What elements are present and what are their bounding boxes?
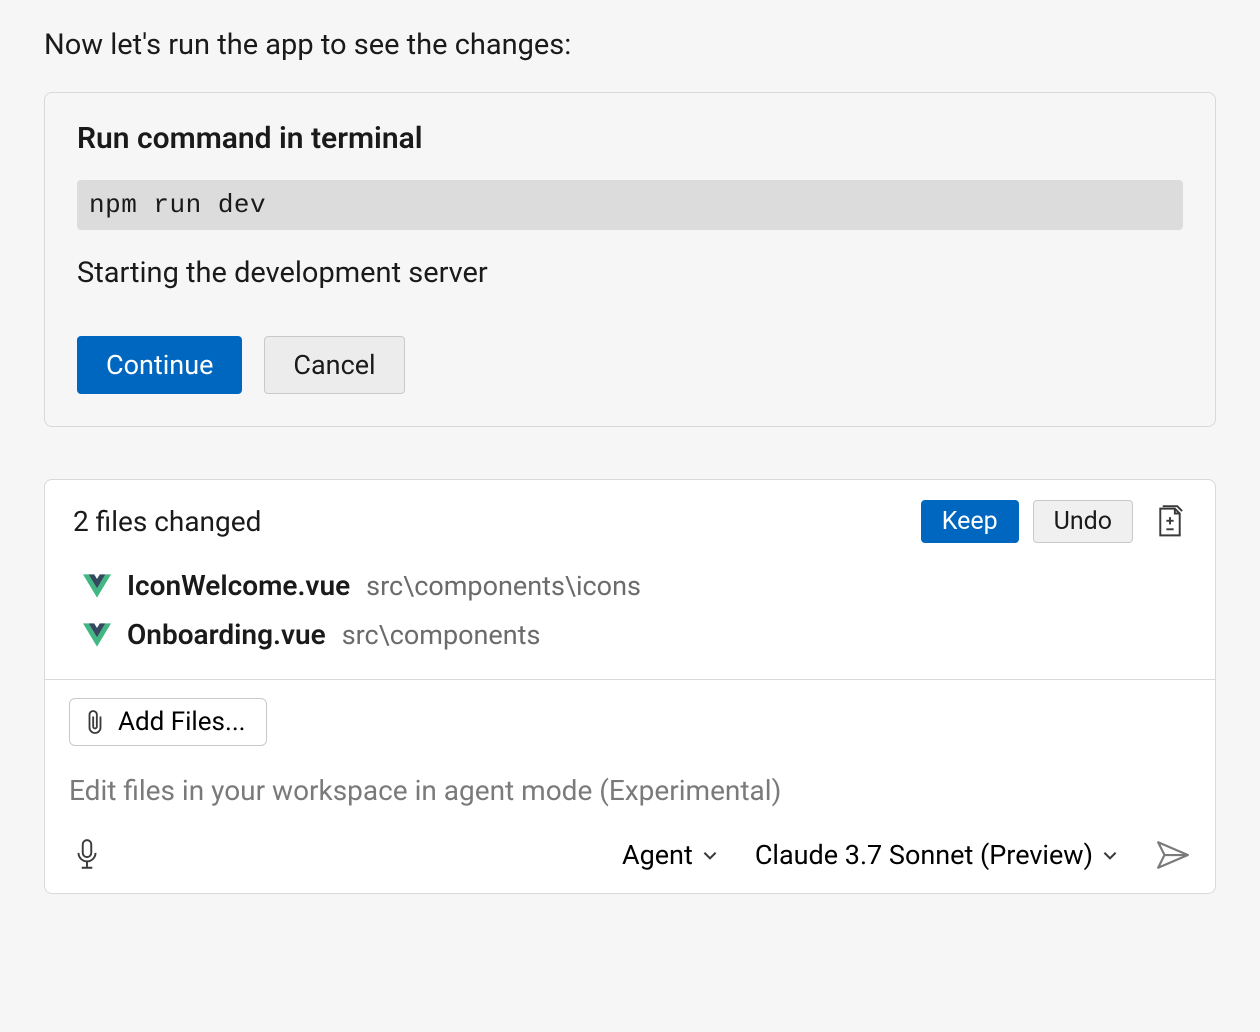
chevron-down-icon [1101, 846, 1119, 864]
add-files-button[interactable]: Add Files... [69, 698, 267, 746]
microphone-button[interactable] [69, 837, 105, 873]
file-name: Onboarding.vue [127, 618, 326, 651]
terminal-description: Starting the development server [77, 256, 1183, 290]
changes-card: 2 files changed Keep Undo IconWelcome.vu… [44, 479, 1216, 894]
bottom-row: Agent Claude 3.7 Sonnet (Preview) [69, 837, 1191, 873]
undo-button[interactable]: Undo [1033, 500, 1133, 543]
terminal-command: npm run dev [77, 180, 1183, 230]
file-path: src\components\icons [366, 570, 641, 602]
send-icon [1156, 840, 1190, 870]
vue-icon [83, 622, 111, 648]
keep-button[interactable]: Keep [921, 500, 1019, 543]
cancel-button[interactable]: Cancel [264, 336, 404, 394]
send-button[interactable] [1155, 837, 1191, 873]
input-zone: Add Files... Agent Claude 3.7 Sonnet (Pr… [45, 679, 1215, 893]
changes-header: 2 files changed Keep Undo [45, 480, 1215, 555]
changes-title: 2 files changed [73, 505, 907, 538]
file-row[interactable]: Onboarding.vue src\components [73, 610, 1187, 659]
microphone-icon [74, 838, 100, 872]
file-path: src\components [342, 619, 541, 651]
file-list: IconWelcome.vue src\components\icons Onb… [45, 555, 1215, 679]
mode-select[interactable]: Agent [622, 839, 719, 871]
mode-label: Agent [622, 839, 693, 871]
model-select[interactable]: Claude 3.7 Sonnet (Preview) [755, 839, 1119, 871]
diff-icon[interactable] [1153, 503, 1187, 541]
file-row[interactable]: IconWelcome.vue src\components\icons [73, 561, 1187, 610]
vue-icon [83, 573, 111, 599]
terminal-button-row: Continue Cancel [77, 336, 1183, 394]
terminal-card: Run command in terminal npm run dev Star… [44, 92, 1216, 427]
paperclip-icon [84, 709, 106, 735]
model-label: Claude 3.7 Sonnet (Preview) [755, 839, 1093, 871]
file-name: IconWelcome.vue [127, 569, 350, 602]
terminal-title: Run command in terminal [77, 121, 1183, 156]
add-files-label: Add Files... [118, 707, 246, 737]
prompt-input[interactable] [69, 774, 1191, 807]
intro-text: Now let's run the app to see the changes… [44, 28, 1216, 62]
chevron-down-icon [701, 846, 719, 864]
continue-button[interactable]: Continue [77, 336, 242, 394]
